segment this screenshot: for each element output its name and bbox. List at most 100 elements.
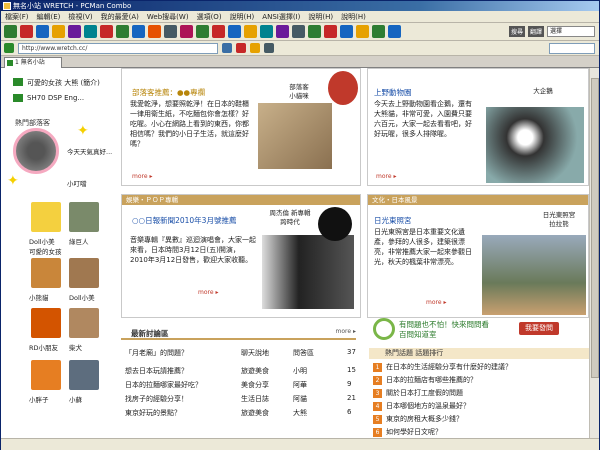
- select-combo[interactable]: 選擇: [547, 26, 595, 37]
- menu-item[interactable]: 說明(H): [230, 12, 255, 22]
- forum-more-link[interactable]: more ▸: [336, 328, 356, 335]
- toolbar-button-icon[interactable]: [84, 25, 97, 38]
- avatar[interactable]: [69, 360, 99, 390]
- qa-row[interactable]: 6 如何學好日文呢？: [373, 427, 442, 438]
- toolbar-button-icon[interactable]: [228, 25, 241, 38]
- sidebar-link[interactable]: SH70 DSP Eng...: [27, 94, 84, 102]
- ask-question-button[interactable]: 我要發問: [519, 322, 559, 335]
- toolbar-button-icon[interactable]: [324, 25, 337, 38]
- toolbar-button-icon[interactable]: [308, 25, 321, 38]
- forum-row[interactable]: 找房子的經驗分享！ 生活日誌 阿貓 21: [125, 394, 356, 404]
- avatar-label[interactable]: 小胖子: [29, 394, 49, 404]
- toolbar-button-icon[interactable]: [292, 25, 305, 38]
- menu-item[interactable]: 我的最愛(A): [101, 12, 139, 22]
- featured-name[interactable]: 小叮噹: [67, 178, 87, 188]
- toolbar-button-icon[interactable]: [196, 25, 209, 38]
- refresh-icon[interactable]: [250, 43, 260, 53]
- avatar[interactable]: [31, 360, 61, 390]
- home-icon[interactable]: [264, 43, 274, 53]
- article-photo[interactable]: [486, 107, 584, 183]
- featured-avatar[interactable]: [13, 128, 59, 174]
- more-link[interactable]: more ▸: [198, 289, 218, 296]
- forum-topic[interactable]: 找房子的經驗分享！: [125, 394, 188, 404]
- menu-item[interactable]: 檢視(V): [68, 12, 92, 22]
- stop-icon[interactable]: [236, 43, 246, 53]
- forum-topic[interactable]: 「月老廟」的問題？: [125, 348, 188, 358]
- more-link[interactable]: more ▸: [426, 299, 446, 306]
- toolbar-button-icon[interactable]: [388, 25, 401, 38]
- avatar-label[interactable]: 綠巨人: [69, 236, 89, 246]
- toolbar-button-icon[interactable]: [52, 25, 65, 38]
- forum-board[interactable]: 旅遊美食: [241, 408, 269, 418]
- qa-question[interactable]: 日本哪個地方的溫泉最好？: [386, 402, 470, 410]
- featured-caption[interactable]: 今天天氣真好...: [67, 146, 112, 156]
- url-input[interactable]: http://www.wretch.cc/: [18, 42, 218, 54]
- toolbar-button-icon[interactable]: [260, 25, 273, 38]
- card-title[interactable]: ○○日報新聞2010年3月號推薦: [132, 215, 236, 226]
- avatar-label[interactable]: 小熊貓: [29, 292, 49, 302]
- toolbar-button-icon[interactable]: [100, 25, 113, 38]
- go-icon[interactable]: [222, 43, 232, 53]
- toolbar-button-icon[interactable]: [276, 25, 289, 38]
- toolbar-button-icon[interactable]: [212, 25, 225, 38]
- card-title[interactable]: 日光東照宮: [374, 215, 412, 226]
- menu-item[interactable]: 檔案(F): [5, 12, 29, 22]
- forum-board[interactable]: 美食分享: [241, 380, 269, 390]
- forum-topic[interactable]: 想去日本玩請推薦？: [125, 366, 188, 376]
- forum-row[interactable]: 東京好玩的景點？ 旅遊美食 大熊 6: [125, 408, 355, 418]
- forum-row[interactable]: 想去日本玩請推薦？ 旅遊美食 小明 15: [125, 366, 356, 376]
- qa-question[interactable]: 日本的拉麵店有哪些推薦的？: [386, 376, 477, 384]
- toolbar-button-icon[interactable]: [20, 25, 33, 38]
- translate-chip[interactable]: 翻譯: [527, 26, 544, 37]
- menu-item[interactable]: ANSI選擇(I): [262, 12, 300, 22]
- forum-topic[interactable]: 日本的拉麵哪家最好吃？: [125, 380, 202, 390]
- toolbar-button-icon[interactable]: [356, 25, 369, 38]
- more-link[interactable]: more ▸: [376, 173, 396, 180]
- menu-item[interactable]: 編輯(E): [37, 12, 61, 22]
- qa-row[interactable]: 5 東京的房租大概多少錢？: [373, 414, 463, 425]
- author-avatar[interactable]: [328, 71, 358, 105]
- forum-row[interactable]: 日本的拉麵哪家最好吃？ 美食分享 阿華 9: [125, 380, 355, 390]
- tab-wretch[interactable]: 1 無名小站: [4, 57, 62, 68]
- qa-row[interactable]: 3 關於日本打工度假的問題: [373, 388, 463, 399]
- toolbar-button-icon[interactable]: [340, 25, 353, 38]
- avatar[interactable]: [69, 202, 99, 232]
- avatar[interactable]: [69, 308, 99, 338]
- menu-item[interactable]: 說明(H): [341, 12, 366, 22]
- qa-question[interactable]: 如何學好日文呢？: [386, 428, 442, 436]
- qa-row[interactable]: 2 日本的拉麵店有哪些推薦的？: [373, 375, 477, 386]
- search-chip[interactable]: 搜尋: [508, 26, 525, 37]
- avatar[interactable]: [31, 308, 61, 338]
- scrollbar-thumb[interactable]: [591, 78, 599, 378]
- avatar-label[interactable]: Doll小美: [69, 292, 95, 302]
- toolbar-button-icon[interactable]: [68, 25, 81, 38]
- forum-board[interactable]: 聊天說地: [241, 348, 269, 358]
- menu-item[interactable]: 選項(O): [197, 12, 222, 22]
- toolbar-button-icon[interactable]: [372, 25, 385, 38]
- vertical-scrollbar[interactable]: [589, 68, 599, 438]
- qa-question[interactable]: 在日本的生活經驗分享有什麼好的建議？: [386, 363, 512, 371]
- sidebar-link[interactable]: 可愛的女孩 大熊 (簡介): [27, 78, 100, 88]
- avatar-label[interactable]: Doll小美: [29, 236, 55, 246]
- toolbar-button-icon[interactable]: [180, 25, 193, 38]
- qa-question[interactable]: 東京的房租大概多少錢？: [386, 415, 463, 423]
- toolbar-button-icon[interactable]: [4, 25, 17, 38]
- article-photo[interactable]: [482, 235, 586, 315]
- menu-item[interactable]: 說明(H): [308, 12, 333, 22]
- avatar[interactable]: [31, 258, 61, 288]
- qa-question[interactable]: 關於日本打工度假的問題: [386, 389, 463, 397]
- card-title[interactable]: 部落客推薦：●●專欄: [132, 87, 205, 98]
- menu-item[interactable]: Web搜尋(W): [147, 12, 189, 22]
- toolbar-button-icon[interactable]: [116, 25, 129, 38]
- forum-topic[interactable]: 東京好玩的景點？: [125, 408, 181, 418]
- toolbar-button-icon[interactable]: [132, 25, 145, 38]
- card-title[interactable]: 上野動物園: [374, 87, 412, 98]
- forum-row[interactable]: 「月老廟」的問題？ 聊天說地 問答區 37: [125, 348, 356, 358]
- search-input[interactable]: [549, 42, 595, 54]
- more-link[interactable]: more ▸: [132, 173, 152, 180]
- avatar[interactable]: [69, 258, 99, 288]
- forum-board[interactable]: 生活日誌: [241, 394, 269, 404]
- avatar[interactable]: [31, 202, 61, 232]
- toolbar-button-icon[interactable]: [244, 25, 257, 38]
- avatar-label[interactable]: 小蘇: [69, 394, 82, 404]
